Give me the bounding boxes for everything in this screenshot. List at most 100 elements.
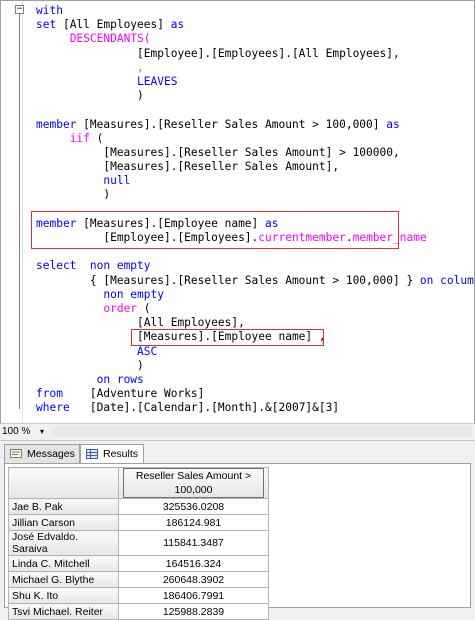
code-line: on rows [36, 372, 474, 387]
code-line: where [Date].[Calendar].[Month].&[2007]&… [36, 401, 474, 415]
results-pane: Messages Results Reseller Sales Amount >… [0, 441, 475, 620]
code-token: ASC [137, 344, 158, 358]
editor-status-bar: 100 % ▾ [0, 423, 475, 441]
highlight-box-member-definition [31, 211, 399, 249]
table-row[interactable]: Tsvi Michael. Reiter 125988.2839 [8, 603, 269, 620]
tab-results-label: Results [103, 448, 139, 460]
code-token: LEAVES [137, 74, 178, 88]
table-row[interactable]: Jillian Carson 186124.981 [8, 514, 269, 531]
cell-sales-amount[interactable]: 115841.3487 [118, 530, 269, 556]
table-row[interactable]: José Edvaldo. Saraiva 115841.3487 [8, 530, 269, 556]
row-header-employee[interactable]: Michael G. Blythe [8, 571, 119, 588]
table-row[interactable]: Michael G. Blythe 260648.3902 [8, 571, 269, 588]
code-line: LEAVES [36, 74, 474, 89]
code-token: iif [69, 131, 90, 145]
mdx-query-text[interactable]: with set [All Employees] as DESCENDANTS( … [36, 4, 474, 415]
code-token: [All Employees], [36, 316, 245, 330]
code-line: [Measures].[Reseller Sales Amount] > 100… [36, 145, 474, 160]
tab-messages[interactable]: Messages [4, 444, 80, 463]
code-token: [Measures].[Reseller Sales Amount] > 100… [36, 145, 400, 159]
code-line: from [Adventure Works] [36, 387, 474, 401]
code-line: select non empty [36, 259, 474, 273]
code-token: [Employee].[Employees].[All Employees], [36, 46, 400, 60]
gutter-divider [22, 1, 23, 424]
code-token: select [36, 259, 90, 273]
messages-icon [10, 449, 22, 458]
code-line: set [All Employees] as [36, 18, 474, 32]
code-line: with [36, 4, 474, 18]
table-row[interactable]: Jae B. Pak 325536.0208 [8, 498, 269, 515]
query-editor[interactable]: − with set [All Employees] as DESCENDANTS… [0, 0, 475, 424]
code-line: iif ( [36, 131, 474, 146]
outline-line [19, 14, 20, 409]
code-token: ) [36, 89, 144, 103]
collapse-toggle-icon[interactable]: − [15, 5, 24, 14]
chevron-down-icon: ▾ [40, 427, 45, 436]
code-line: ASC [36, 344, 474, 359]
code-line: , [36, 61, 474, 75]
results-table: Reseller Sales Amount > 100,000 Jae B. P… [8, 467, 269, 620]
code-token: where [36, 401, 70, 415]
table-row[interactable]: Linda C. Mitchell 164516.324 [8, 555, 269, 572]
row-header-employee[interactable]: José Edvaldo. Saraiva [8, 530, 119, 556]
code-line: member [Measures].[Reseller Sales Amount… [36, 117, 474, 132]
code-line: null [36, 174, 474, 188]
cell-sales-amount[interactable]: 164516.324 [118, 555, 269, 572]
table-row[interactable]: Shu K. Ito 186406.7991 [8, 587, 269, 604]
code-line: { [Measures].[Reseller Sales Amount > 10… [36, 273, 474, 288]
code-token: from [36, 387, 63, 401]
cell-sales-amount[interactable]: 186124.981 [118, 514, 269, 531]
code-line: DESCENDANTS( [36, 32, 474, 46]
tab-results[interactable]: Results [80, 444, 144, 464]
column-header[interactable]: Reseller Sales Amount > 100,000 [118, 467, 269, 499]
code-line: [Measures].[Reseller Sales Amount], [36, 160, 474, 174]
code-line: order ( [36, 301, 474, 316]
code-token: non empty [103, 287, 164, 301]
row-header-employee[interactable]: Jae B. Pak [8, 498, 119, 515]
results-grid[interactable]: Reseller Sales Amount > 100,000 Jae B. P… [4, 463, 471, 620]
cell-sales-amount[interactable]: 325536.0208 [118, 498, 269, 515]
cell-sales-amount[interactable]: 186406.7991 [118, 587, 269, 604]
code-line: non empty [36, 287, 474, 302]
grid-corner-cell[interactable] [8, 467, 119, 499]
tab-messages-label: Messages [27, 448, 75, 460]
zoom-dropdown[interactable]: 100 % ▾ [2, 425, 50, 438]
horizontal-scrollbar[interactable] [52, 426, 472, 437]
code-token: [Measures].[Reseller Sales Amount], [36, 160, 340, 174]
code-token: ( [89, 131, 104, 145]
cell-sales-amount[interactable]: 125988.2839 [118, 603, 269, 620]
code-token: [Measures].[Reseller Sales Amount > 100,… [83, 117, 387, 131]
code-line: ) [36, 358, 474, 373]
code-token: member [36, 117, 84, 131]
code-token: ) [36, 188, 111, 202]
code-line: [Employee].[Employees].[All Employees], [36, 46, 474, 61]
cell-sales-amount[interactable]: 260648.3902 [118, 571, 269, 588]
code-token: { [Measures].[Reseller Sales Amount > 10… [36, 273, 420, 287]
row-header-employee[interactable]: Jillian Carson [8, 514, 119, 531]
code-token: on rows [96, 372, 144, 386]
code-token: ( [137, 301, 151, 315]
code-token: null [103, 174, 131, 188]
code-token: [Adventure Works] [62, 387, 205, 401]
code-token: order [103, 301, 138, 315]
highlight-box-order-expression [131, 329, 324, 346]
code-line: ) [36, 188, 474, 202]
code-token: as [170, 18, 185, 32]
column-header-label: Reseller Sales Amount > 100,000 [123, 468, 264, 498]
code-token: on columns [419, 273, 474, 287]
code-token: [Date].[Calendar].[Month].&[2007]&[3] [69, 401, 340, 415]
row-header-employee[interactable]: Tsvi Michael. Reiter [8, 603, 119, 620]
code-token: ) [36, 358, 144, 372]
code-token: [All Employees] [62, 18, 171, 32]
row-header-employee[interactable]: Linda C. Mitchell [8, 555, 119, 572]
row-header-employee[interactable]: Shu K. Ito [8, 587, 119, 604]
